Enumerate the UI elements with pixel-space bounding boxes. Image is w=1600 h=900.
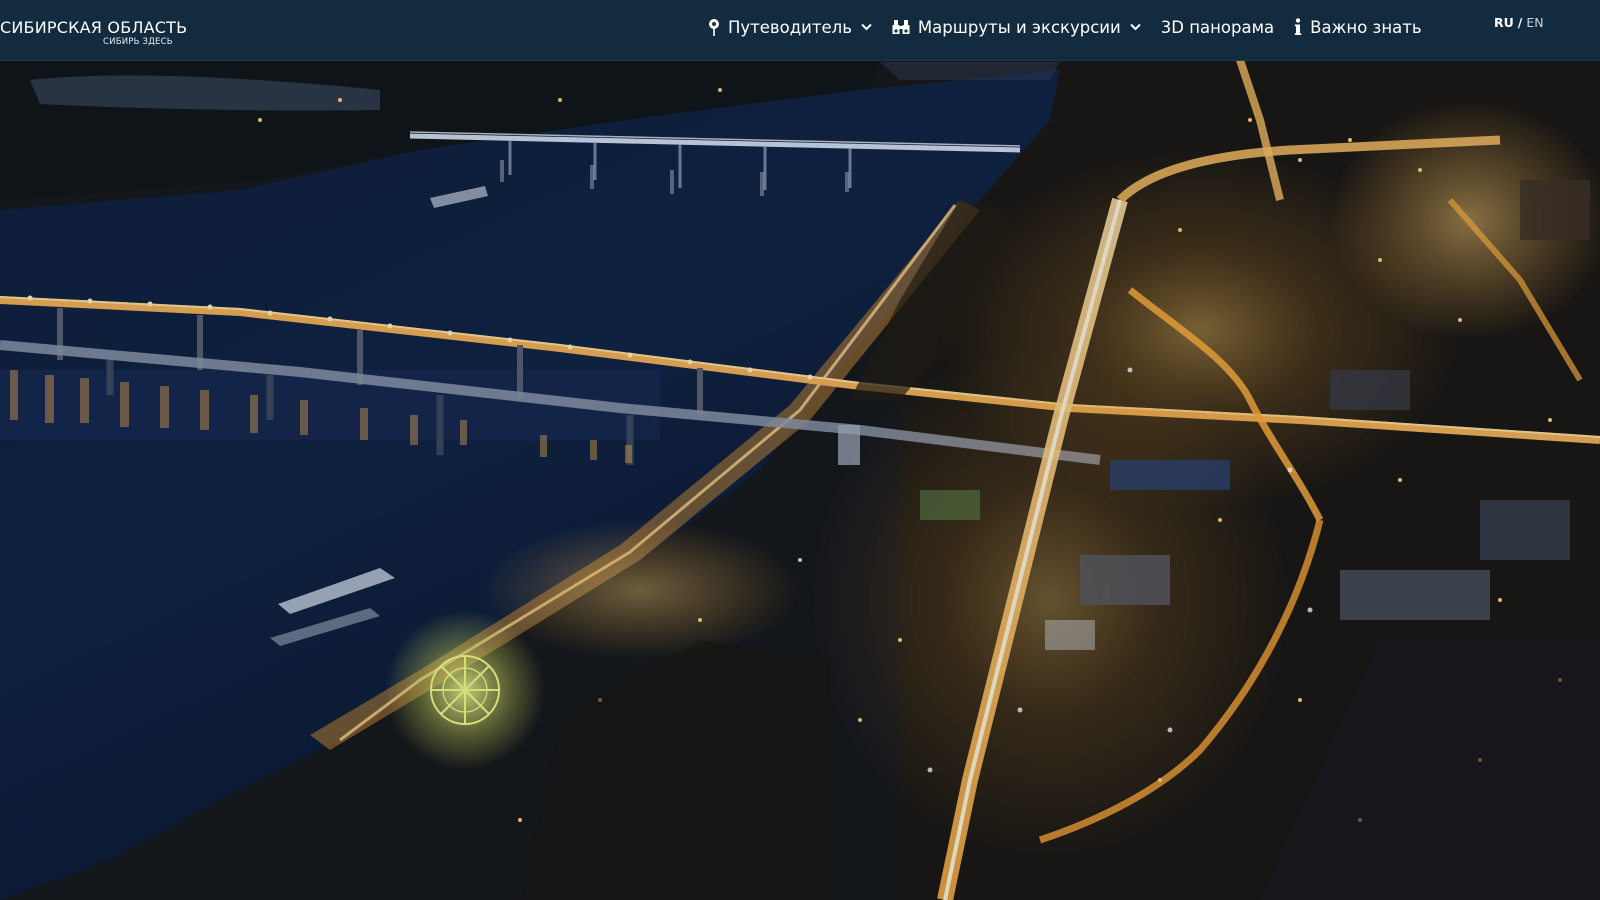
chevron-down-icon	[861, 23, 872, 31]
top-header-bar: СИБИРСКАЯ ОБЛАСТЬ СИБИРЬ ЗДЕСЬ Путеводит…	[0, 0, 1600, 61]
language-switcher: RU / EN	[1494, 15, 1544, 30]
language-en-link[interactable]: EN	[1526, 15, 1543, 30]
logo-subtitle: СИБИРЬ ЗДЕСЬ	[103, 37, 173, 47]
nav-item-important-info-label: Важно знать	[1310, 17, 1422, 37]
logo-title: СИБИРСКАЯ ОБЛАСТЬ	[0, 18, 188, 37]
nav-item-routes-label: Маршруты и экскурсии	[917, 17, 1121, 37]
language-ru-link[interactable]: RU	[1494, 15, 1514, 30]
nav-item-3d-panorama[interactable]: 3D панорама	[1161, 18, 1274, 37]
binoculars-icon	[892, 19, 910, 35]
hero-city-night-image	[0, 0, 1600, 900]
nav-item-routes[interactable]: Маршруты и экскурсии	[892, 18, 1141, 37]
nav-item-important-info[interactable]: Важно знать	[1294, 17, 1422, 37]
nav-item-guide[interactable]: Путеводитель	[708, 18, 872, 37]
chevron-down-icon	[1130, 23, 1141, 31]
nav-item-3d-panorama-label: 3D панорама	[1160, 17, 1275, 37]
main-navigation: Путеводитель Маршруты и экскурсии 3D пан…	[708, 14, 1422, 40]
hero-background	[0, 0, 1600, 900]
page: СИБИРСКАЯ ОБЛАСТЬ СИБИРЬ ЗДЕСЬ Путеводит…	[0, 0, 1600, 900]
info-icon	[1294, 18, 1302, 36]
nav-item-guide-label: Путеводитель	[728, 17, 852, 37]
language-separator: /	[1517, 15, 1523, 30]
map-pin-icon	[708, 18, 720, 36]
